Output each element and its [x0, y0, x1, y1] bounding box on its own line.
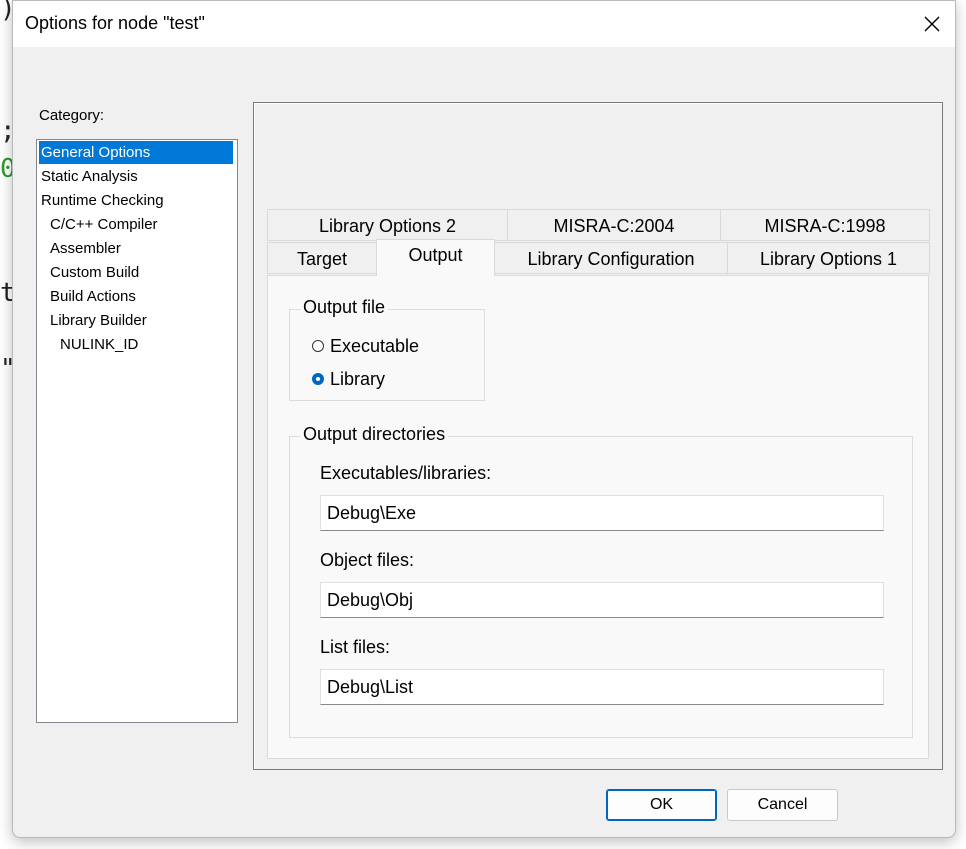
options-dialog: Options for node "test" Category: Genera… [12, 0, 956, 838]
tab-label: Library Configuration [527, 249, 695, 269]
cancel-button[interactable]: Cancel [727, 789, 838, 821]
category-item-label: C/C++ Compiler [50, 216, 158, 233]
category-item-build-actions[interactable]: Build Actions [48, 285, 136, 308]
category-item-runtime-checking[interactable]: Runtime Checking [39, 189, 164, 212]
title-bar[interactable]: Options for node "test" [13, 1, 955, 47]
category-item-cpp-compiler[interactable]: C/C++ Compiler [48, 213, 158, 236]
radio-executable[interactable]: Executable [312, 334, 419, 358]
output-file-title: Output file [300, 297, 389, 318]
radio-label: Executable [330, 335, 420, 356]
output-file-group: Output file Executable Library [289, 297, 485, 401]
category-item-static-analysis[interactable]: Static Analysis [39, 165, 138, 188]
category-item-library-builder[interactable]: Library Builder [48, 309, 147, 332]
tab-library-configuration[interactable]: Library Configuration [494, 242, 728, 274]
category-item-label: Static Analysis [41, 168, 138, 185]
radio-checked-icon [312, 373, 324, 385]
category-item-general-options[interactable]: General Options [39, 141, 233, 164]
dialog-title: Options for node "test" [25, 13, 205, 33]
tab-label: Output [408, 245, 463, 265]
output-directories-group: Output directories Executables/libraries… [289, 424, 913, 738]
category-list[interactable]: General Options Static Analysis Runtime … [36, 139, 238, 723]
category-item-label: General Options [41, 144, 151, 161]
category-item-label: Custom Build [50, 264, 140, 281]
object-files-label: Object files: [320, 550, 415, 570]
category-item-label: Build Actions [50, 288, 136, 305]
tab-library-options-2[interactable]: Library Options 2 [267, 209, 508, 241]
radio-library[interactable]: Library [312, 367, 385, 391]
category-item-nulink-id[interactable]: NULINK_ID [58, 333, 138, 356]
tab-misra-c-1998[interactable]: MISRA-C:1998 [720, 209, 930, 241]
radio-label: Library [330, 368, 386, 389]
tab-library-options-1[interactable]: Library Options 1 [727, 242, 930, 274]
tab-misra-c-2004[interactable]: MISRA-C:2004 [507, 209, 721, 241]
category-item-label: Library Builder [50, 312, 147, 329]
tab-label: MISRA-C:2004 [553, 216, 675, 236]
tab-label: Library Options 2 [318, 216, 457, 236]
category-item-label: NULINK_ID [60, 336, 139, 353]
close-icon [924, 16, 940, 32]
output-directories-title: Output directories [300, 424, 449, 445]
ok-button[interactable]: OK [606, 789, 717, 821]
category-item-label: Runtime Checking [41, 192, 164, 209]
radio-unchecked-icon [312, 340, 324, 352]
tab-label: Target [296, 249, 348, 269]
close-button[interactable] [909, 1, 955, 47]
category-item-custom-build[interactable]: Custom Build [48, 261, 139, 284]
object-files-field[interactable]: Debug\Obj [320, 582, 884, 618]
options-panel: Library Options 2 MISRA-C:2004 MISRA-C:1… [253, 102, 943, 770]
executables-field[interactable]: Debug\Exe [320, 495, 884, 531]
tab-target[interactable]: Target [267, 242, 377, 274]
category-item-label: Assembler [50, 240, 121, 257]
list-files-field[interactable]: Debug\List [320, 669, 884, 705]
tab-label: Library Options 1 [759, 249, 898, 269]
output-tab-page: Output file Executable Library Output di… [267, 275, 929, 759]
category-label: Category: [39, 107, 105, 124]
list-files-label: List files: [320, 637, 391, 657]
tab-output[interactable]: Output [376, 239, 495, 276]
executables-label: Executables/libraries: [320, 463, 492, 483]
tab-label: MISRA-C:1998 [764, 216, 886, 236]
category-item-assembler[interactable]: Assembler [48, 237, 121, 260]
